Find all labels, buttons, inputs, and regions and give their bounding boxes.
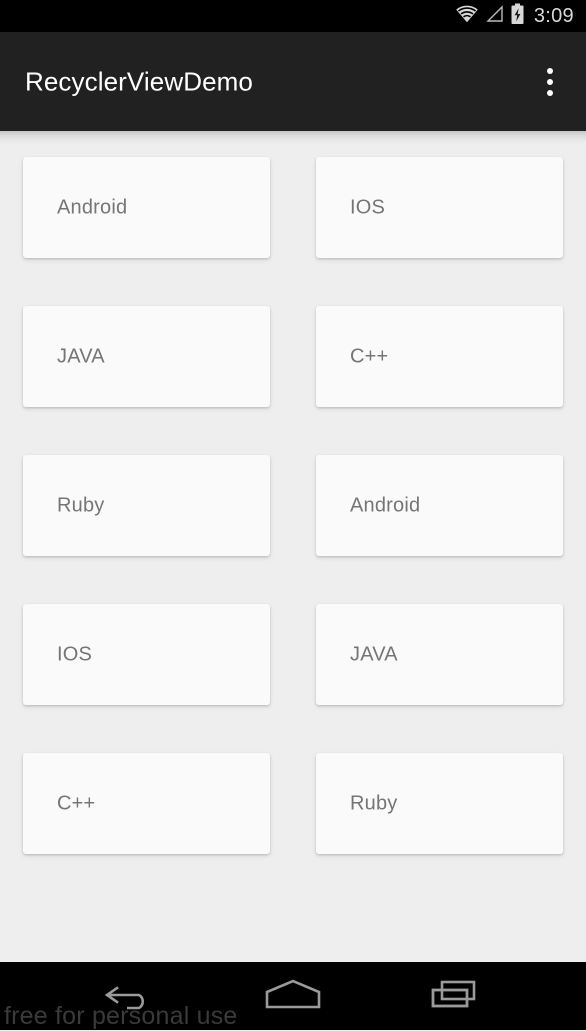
card-item-label: C++ — [57, 792, 96, 814]
card-item[interactable]: Ruby — [316, 753, 563, 854]
status-bar: 3:09 — [0, 0, 586, 32]
card-item-label: Ruby — [57, 494, 105, 516]
overflow-dot-icon — [547, 67, 553, 74]
card-item[interactable]: JAVA — [23, 306, 270, 407]
status-bar-icons — [455, 3, 525, 30]
card-item[interactable]: C++ — [23, 753, 270, 854]
card-item[interactable]: IOS — [316, 157, 563, 258]
card-item[interactable]: Android — [23, 157, 270, 258]
battery-charging-icon — [510, 3, 525, 30]
wifi-icon — [455, 4, 479, 29]
card-item-label: Ruby — [350, 792, 398, 814]
overflow-dot-icon — [547, 89, 553, 96]
app-bar: RecyclerViewDemo — [0, 32, 586, 131]
card-item[interactable]: JAVA — [316, 604, 563, 705]
recents-icon — [428, 975, 484, 1018]
nav-back-button[interactable] — [80, 962, 180, 1030]
back-icon — [103, 977, 157, 1016]
nav-recents-button[interactable] — [406, 962, 506, 1030]
system-navigation-bar — [0, 962, 586, 1030]
overflow-menu-button[interactable] — [538, 60, 562, 104]
card-item[interactable]: C++ — [316, 306, 563, 407]
card-item-label: C++ — [350, 345, 389, 367]
card-item-label: JAVA — [57, 345, 105, 367]
recycler-view[interactable]: Android IOS JAVA C++ Ruby Android IOS JAVA C++ Ru… — [0, 131, 586, 962]
card-item-label: Android — [350, 494, 421, 516]
card-item-label: Android — [57, 196, 128, 218]
card-item-label: JAVA — [350, 643, 398, 665]
nav-home-button[interactable] — [243, 962, 343, 1030]
cell-signal-icon — [485, 4, 504, 29]
overflow-dot-icon — [547, 78, 553, 85]
card-item-label: IOS — [57, 643, 93, 665]
card-item[interactable]: IOS — [23, 604, 270, 705]
home-icon — [262, 976, 324, 1017]
card-item[interactable]: Android — [316, 455, 563, 556]
status-bar-clock: 3:09 — [533, 5, 574, 27]
card-item[interactable]: Ruby — [23, 455, 270, 556]
card-item-label: IOS — [350, 196, 386, 218]
app-title: RecyclerViewDemo — [25, 66, 253, 96]
